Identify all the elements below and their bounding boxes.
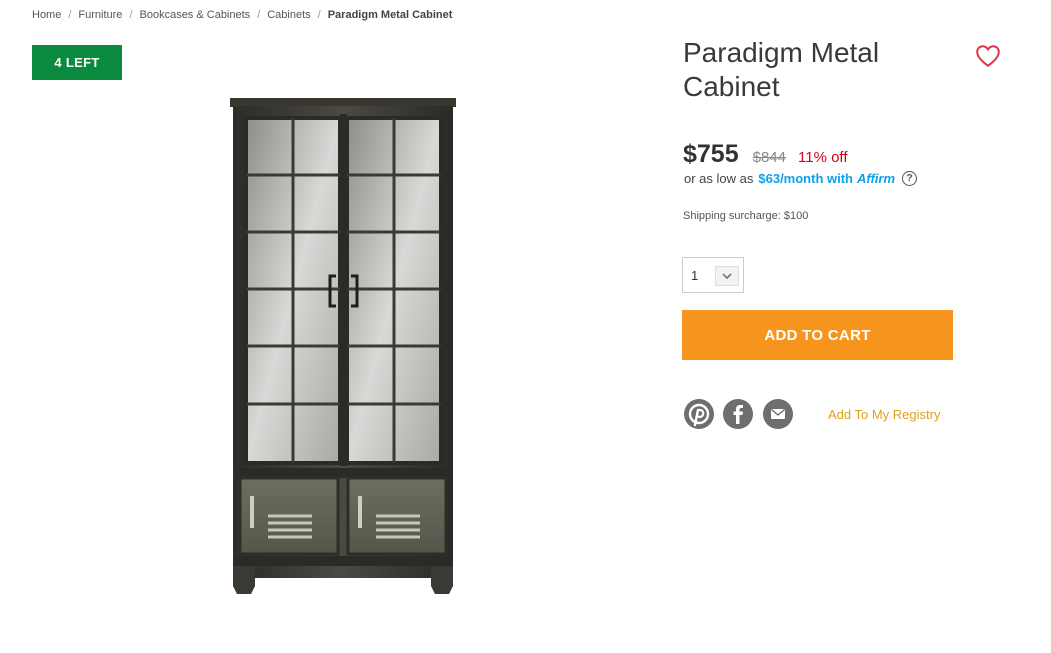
price-row: $755 $844 11% off <box>683 140 847 169</box>
breadcrumb-bookcases-cabinets[interactable]: Bookcases & Cabinets <box>140 9 251 21</box>
breadcrumb-separator: / <box>68 9 72 21</box>
wishlist-heart-icon[interactable] <box>975 43 1001 69</box>
discount-label: 11% off <box>798 149 848 166</box>
breadcrumb-separator: / <box>317 9 321 21</box>
chevron-down-icon <box>715 266 739 286</box>
original-price: $844 <box>752 149 786 166</box>
breadcrumb-home[interactable]: Home <box>32 9 61 21</box>
help-icon[interactable]: ? <box>902 171 918 186</box>
quantity-select[interactable]: 1 <box>682 257 744 293</box>
affirm-financing: or as low as $63/month with Affirm ? <box>684 171 918 186</box>
pinterest-icon[interactable] <box>684 399 714 429</box>
affirm-monthly-link[interactable]: $63/month with <box>758 171 853 186</box>
facebook-icon[interactable] <box>723 399 753 429</box>
email-icon[interactable] <box>763 399 793 429</box>
breadcrumb-furniture[interactable]: Furniture <box>78 9 122 21</box>
breadcrumb: Home / Furniture / Bookcases & Cabinets / Cabi… <box>32 9 452 21</box>
sale-price: $755 <box>683 140 739 168</box>
add-to-cart-button[interactable]: ADD TO CART <box>682 310 953 360</box>
product-title: Paradigm Metal Cabinet <box>683 37 880 102</box>
affirm-prefix: or as low as <box>684 171 754 186</box>
quantity-value: 1 <box>691 268 699 283</box>
breadcrumb-separator: / <box>129 9 133 21</box>
affirm-logo: Affirm <box>857 171 896 186</box>
add-to-registry-link[interactable]: Add To My Registry <box>828 407 940 422</box>
shipping-surcharge: Shipping surcharge: $100 <box>683 210 809 222</box>
breadcrumb-separator: / <box>257 9 261 21</box>
breadcrumb-cabinets[interactable]: Cabinets <box>267 9 310 21</box>
breadcrumb-current: Paradigm Metal Cabinet <box>327 9 453 21</box>
stock-badge: 4 LEFT <box>32 45 122 80</box>
cabinet-image <box>230 98 456 594</box>
product-image[interactable] <box>228 96 458 596</box>
